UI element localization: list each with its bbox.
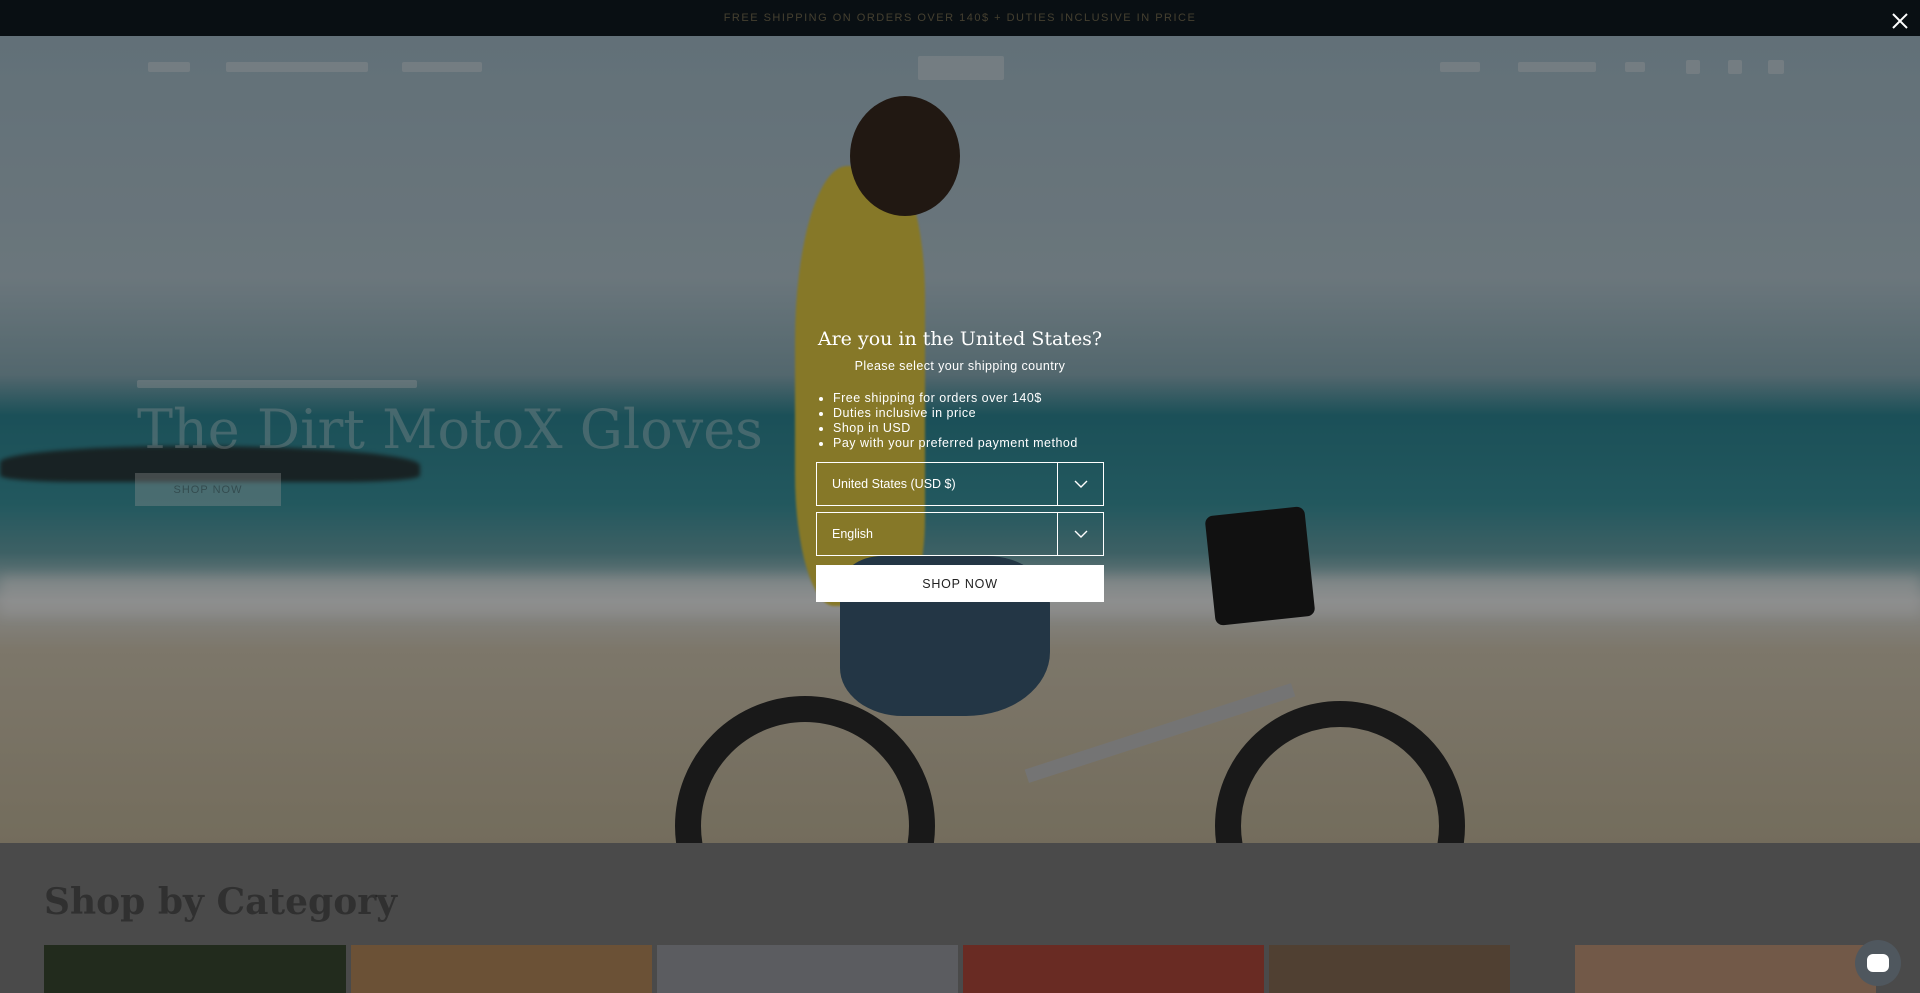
close-button[interactable]: [1887, 8, 1913, 34]
chevron-down-icon: [1074, 480, 1087, 488]
country-select-value: United States (USD $): [832, 477, 956, 491]
country-select-toggle[interactable]: [1057, 463, 1103, 505]
benefit-item: Free shipping for orders over 140$: [833, 391, 1104, 406]
country-select[interactable]: United States (USD $): [816, 462, 1104, 506]
modal-title: Are you in the United States?: [817, 328, 1103, 350]
benefit-item: Shop in USD: [833, 421, 1104, 436]
modal-subtitle: Please select your shipping country: [854, 359, 1066, 373]
benefits-list: Free shipping for orders over 140$ Dutie…: [833, 391, 1104, 451]
benefit-item: Duties inclusive in price: [833, 406, 1104, 421]
benefit-item: Pay with your preferred payment method: [833, 436, 1104, 451]
shop-now-button[interactable]: SHOP NOW: [816, 565, 1104, 602]
chat-button[interactable]: [1855, 940, 1901, 986]
country-selector-modal: Are you in the United States? Please sel…: [816, 322, 1104, 602]
language-select[interactable]: English: [816, 512, 1104, 556]
language-select-value: English: [832, 527, 873, 541]
language-select-toggle[interactable]: [1057, 513, 1103, 555]
close-icon: [1892, 13, 1908, 29]
chevron-down-icon: [1074, 530, 1087, 538]
chat-icon: [1867, 954, 1889, 972]
